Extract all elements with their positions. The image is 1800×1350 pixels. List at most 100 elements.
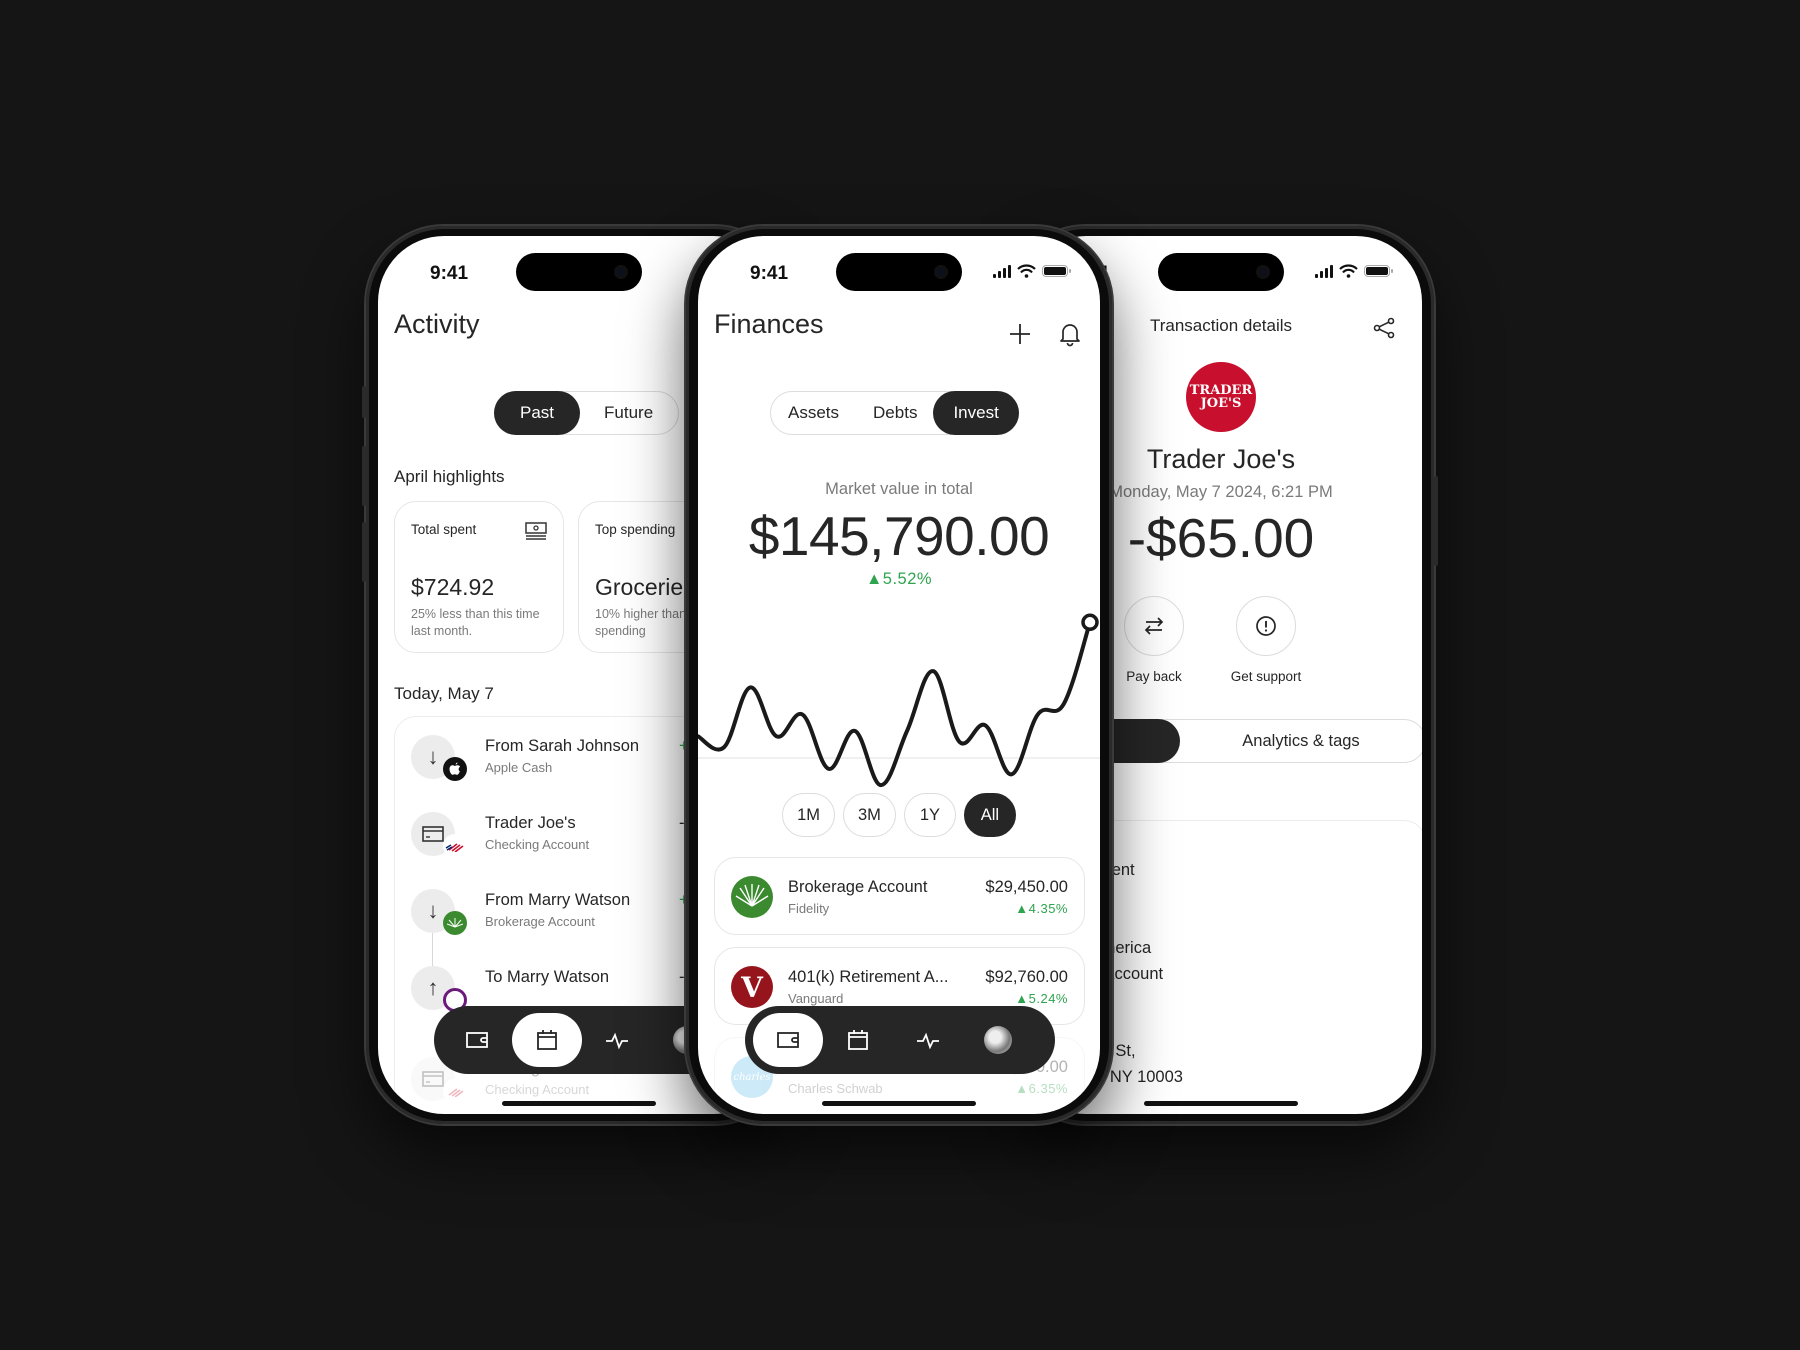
signal-icon [1315,264,1333,278]
range-all[interactable]: All [963,793,1016,837]
highlight-note: 25% less than this time last month. [411,607,540,638]
swap-arrows-icon [1144,617,1164,635]
vanguard-icon: V [731,966,773,1008]
range-1y[interactable]: 1Y [903,793,956,837]
tab-profile[interactable] [963,1013,1033,1067]
segment-debts[interactable]: Debts [855,391,935,435]
calendar-icon [537,1030,557,1050]
status-bar: 9:41 [698,236,1100,296]
chart-series-line [698,620,1092,788]
segment-assets[interactable]: Assets [770,391,857,435]
apple-icon [443,757,467,781]
highlight-value: Groceries [595,574,695,600]
fidelity-icon [731,876,773,918]
account-change: ▲5.24% [1015,991,1068,1006]
segment-past[interactable]: Past [494,391,581,435]
transaction-name: From Marry Watson [485,891,631,909]
finances-screen: 9:41 Finances Assets Debts Invest Market… [698,236,1100,1114]
transaction-name: From Sarah Johnson [485,737,640,755]
transaction-account: Brokerage Account [485,914,595,929]
phone-finances: 9:41 Finances Assets Debts Invest Market… [686,226,1112,1124]
bell-icon[interactable] [1056,320,1084,348]
page-title: Activity [394,309,480,339]
transaction-name: Trader Joe's [485,814,576,832]
camera-icon [1256,265,1270,279]
merchant-logo-line: JOE'S [1200,396,1242,411]
bank-of-america-icon [443,834,467,858]
home-indicator [502,1101,656,1106]
account-institution: Charles Schwab [788,1081,883,1096]
account-balance: $29,450.00 [985,878,1068,896]
finances-segmented-control: Assets Debts Invest [770,391,1019,435]
merchant-logo: TRADER JOE'S [1186,362,1256,432]
tab-activity[interactable] [582,1013,652,1067]
market-change: ▲5.52% [865,570,933,588]
wifi-icon [1017,264,1036,278]
status-time: 9:41 [750,263,789,284]
account-name: Brokerage Account [788,878,928,896]
date-header: Today, May 7 [394,684,494,703]
market-value-label: Market value in total [825,480,973,498]
tab-activity[interactable] [893,1013,963,1067]
get-support-button[interactable]: Get support [1211,596,1321,684]
activity-segmented-control: Past Future [494,391,680,435]
tab-bar [745,1006,1055,1074]
range-3m[interactable]: 3M [843,793,896,837]
highlight-value: $724.92 [411,574,495,600]
pulse-icon [917,1032,939,1050]
bank-of-america-icon [443,1079,467,1103]
tab-wallet[interactable] [442,1013,512,1067]
home-indicator [822,1101,976,1106]
account-name: 401(k) Retirement A... [788,968,949,986]
mockup-stage: 9:41 Activity Past Future April highligh… [0,0,1800,1350]
wallet-icon [466,1032,488,1048]
tab-analytics-tags[interactable]: Analytics & tags [1178,719,1422,763]
account-card-brokerage[interactable]: Brokerage Account Fidelity $29,450.00 ▲4… [714,857,1085,935]
range-1m[interactable]: 1M [782,793,835,837]
account-change: ▲4.35% [1015,901,1068,916]
alert-circle-icon [1256,616,1276,636]
tab-calendar[interactable] [512,1013,582,1067]
transaction-account: Apple Cash [485,760,553,775]
wifi-icon [1339,264,1358,278]
volume-down-button [362,522,366,582]
camera-icon [934,265,948,279]
account-institution: Fidelity [788,901,830,916]
page-title: Finances [714,309,824,339]
profile-avatar [984,1026,1012,1054]
battery-icon [1042,265,1071,277]
money-icon [525,522,547,540]
pay-back-button[interactable]: Pay back [1099,596,1209,684]
pulse-icon [606,1032,628,1050]
market-value: $145,790.00 [748,505,1050,567]
power-button [1434,476,1438,566]
dynamic-island [1158,253,1284,291]
transaction-account: Checking Account [485,837,590,852]
calendar-icon [848,1030,868,1050]
home-indicator [1144,1101,1298,1106]
tab-calendar[interactable] [823,1013,893,1067]
share-icon[interactable] [1372,316,1396,340]
segment-future[interactable]: Future [578,391,679,435]
highlight-card-total-spent[interactable]: Total spent $724.92 25% less than this t… [394,501,564,653]
status-time: 9:41 [430,263,469,284]
chart-current-point [1081,613,1099,632]
range-selector: 1M 3M 1Y All [698,793,1100,837]
side-button [362,386,366,418]
action-label: Pay back [1126,669,1182,684]
transaction-account: Checking Account [485,1082,590,1097]
signal-icon [993,264,1011,278]
account-balance: $92,760.00 [985,968,1068,986]
account-institution: Vanguard [788,991,844,1006]
action-label: Get support [1230,669,1302,684]
dynamic-island [836,253,962,291]
transaction-amount: - [679,814,685,832]
dynamic-island [516,253,642,291]
battery-icon [1364,265,1393,277]
volume-up-button [362,446,366,506]
tab-wallet[interactable] [753,1013,823,1067]
highlights-title: April highlights [394,467,505,486]
add-icon[interactable] [1006,320,1034,348]
segment-invest[interactable]: Invest [933,391,1019,435]
wallet-icon [777,1032,799,1048]
